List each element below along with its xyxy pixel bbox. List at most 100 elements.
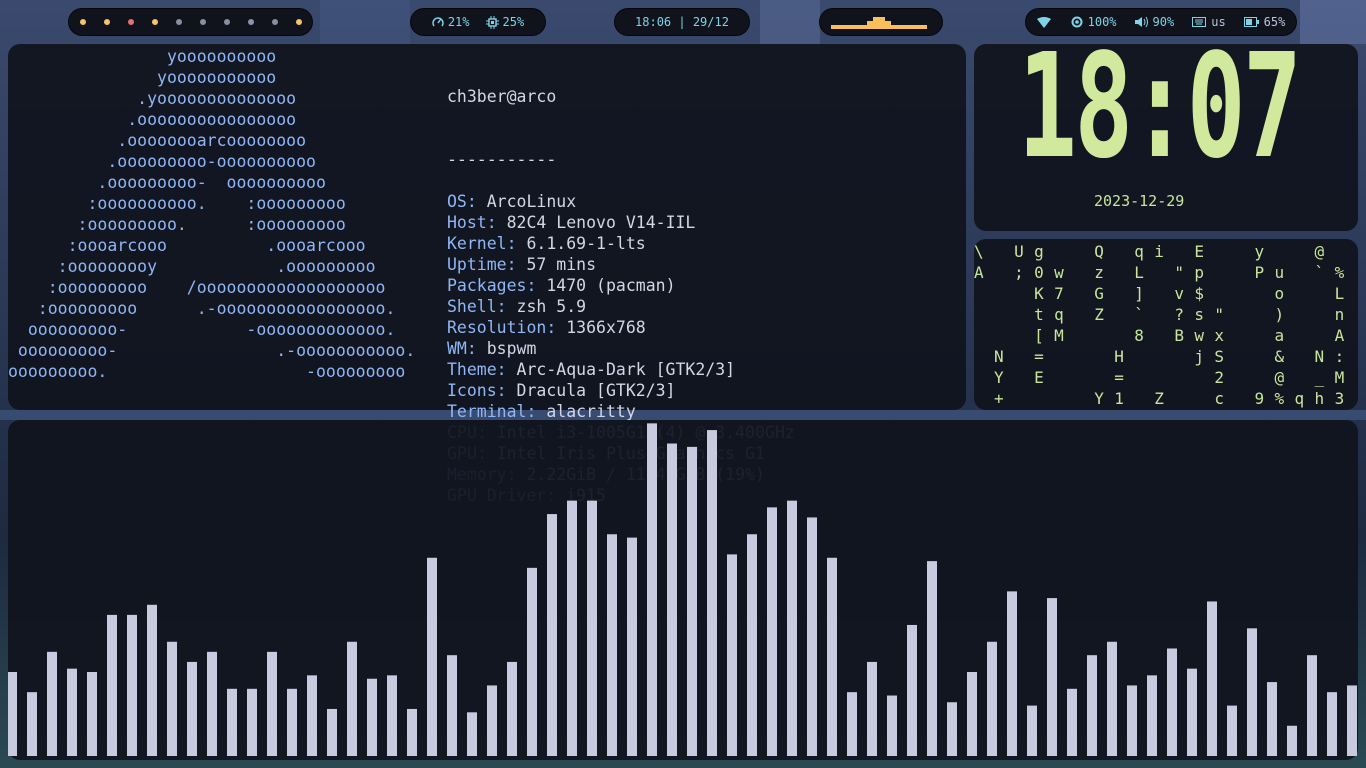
workspace-3[interactable] (127, 19, 134, 25)
mini-bar (843, 25, 849, 29)
info-key: Shell (447, 297, 497, 316)
visualizer-bar (1067, 688, 1077, 756)
visualizer-bar (227, 688, 237, 756)
info-terminal: Terminal: alacritty (447, 402, 636, 421)
workspace-8[interactable] (247, 19, 254, 25)
info-value: 1470 (pacman) (546, 276, 676, 295)
visualizer-bar (1187, 668, 1197, 756)
info-key: Theme (447, 360, 497, 379)
visualizer-terminal[interactable] (7, 420, 1358, 760)
keyboard-icon[interactable] (1192, 17, 1207, 27)
system-usage: 21% 25% (410, 8, 546, 36)
info-wm: WM: bspwm (447, 339, 537, 358)
big-clock-time: 18:07 (1018, 44, 1302, 190)
user-host: ch3ber@arco (447, 87, 557, 106)
matrix-rain: \ Ug Q qi E y @ A ;0w z L "p Pu `% K7 G … (974, 239, 1355, 409)
matrix-row: Y E = 2 @ _M (974, 368, 1355, 387)
arcolinux-ascii-logo: yoooooooooo yooooooooooo .yooooooooooooo… (8, 46, 415, 382)
topbar-clock[interactable]: 18:06 | 29/12 (614, 8, 750, 36)
mini-bar (891, 25, 897, 29)
visualizer-bar (467, 712, 477, 756)
visualizer-bar (607, 534, 617, 756)
visualizer-bar (807, 517, 817, 756)
workspace-4[interactable] (151, 19, 158, 25)
ascii-line: .yoooooooooooooo (8, 89, 297, 108)
info-os: OS: ArcoLinux (447, 192, 577, 211)
visualizer-bar (1247, 628, 1257, 756)
matrix-row: [M 8 Bwx a A (974, 326, 1355, 345)
info-value: bspwm (486, 339, 537, 358)
visualizer-bar (1047, 598, 1057, 756)
visualizer-bar (587, 500, 597, 756)
chip-icon (485, 15, 499, 29)
info-packages: Packages: 1470 (pacman) (447, 276, 676, 295)
visualizer-bar (447, 655, 457, 756)
mini-bar (861, 25, 867, 29)
matrix-row: \ Ug Q qi E y @ (974, 242, 1355, 261)
workspace-2[interactable] (103, 19, 110, 25)
mini-bar (873, 17, 879, 29)
info-kernel: Kernel: 6.1.69-1-lts (447, 234, 646, 253)
visualizer-bar (1207, 601, 1217, 756)
visualizer-bar (847, 692, 857, 756)
info-value: 1366x768 (566, 318, 646, 337)
visualizer-bar (207, 651, 217, 756)
memory-value: 25% (502, 15, 525, 29)
workspace-9[interactable] (271, 19, 278, 25)
ascii-line: :oooooooooo. :ooooooooo (8, 194, 346, 213)
workspace-7[interactable] (223, 19, 230, 25)
separator: ----------- (447, 150, 557, 169)
visualizer-bar (767, 507, 777, 756)
matrix-row: + Y1 Z c 9%qh3 (974, 389, 1355, 408)
visualizer-bar (567, 500, 577, 756)
matrix-row: A ;0w z L "p Pu `% (974, 263, 1355, 282)
visualizer-bar (487, 685, 497, 756)
workspace-5[interactable] (175, 19, 182, 25)
mini-visualizer-bars (831, 17, 927, 29)
ascii-line: yoooooooooo (8, 47, 277, 66)
wallpaper-block (760, 0, 820, 44)
visualizer-bar (1347, 685, 1357, 756)
mini-bar (855, 25, 861, 29)
visualizer-bar (347, 641, 357, 756)
info-key: Host (447, 213, 487, 232)
visualizer-bar (387, 675, 397, 756)
wifi-icon[interactable] (1036, 16, 1051, 28)
visualizer-bar (867, 661, 877, 756)
visualizer-bar (987, 641, 997, 756)
visualizer-bar (407, 708, 417, 756)
visualizer-bar (67, 668, 77, 756)
visualizer-bar (187, 661, 197, 756)
info-key: Kernel (447, 234, 507, 253)
visualizer-bar (1267, 682, 1277, 756)
ascii-line: :ooooooooo .-ooooooooooooooooo. (8, 299, 396, 318)
workspace-10[interactable] (295, 19, 302, 25)
mini-bar (921, 25, 927, 29)
visualizer-bar (167, 641, 177, 756)
info-icons: Icons: Dracula [GTK2/3] (447, 381, 676, 400)
keyboard-layout: us (1211, 15, 1226, 29)
brightness-icon[interactable] (1071, 16, 1083, 28)
info-value: zsh 5.9 (516, 297, 587, 316)
ascii-line: :ooooooooo /ooooooooooooooooooo (8, 278, 386, 297)
mini-bar (849, 25, 855, 29)
mini-bar (885, 21, 891, 29)
visualizer-bar (887, 695, 897, 756)
volume-icon[interactable] (1134, 16, 1148, 28)
workspace-1[interactable] (79, 19, 86, 25)
ascii-line: yooooooooooo (8, 68, 277, 87)
mini-bar (831, 25, 837, 29)
matrix-row: K7 G ] v$ o L (974, 284, 1355, 303)
visualizer-bar (1087, 655, 1097, 756)
ascii-line: .ooooooooo-oooooooooo (8, 152, 316, 171)
battery-value: 65% (1263, 15, 1286, 29)
visualizer-bar (907, 624, 917, 756)
ascii-line: ooooooooo- .-ooooooooooo. (8, 341, 416, 360)
workspaces-bar (68, 8, 313, 36)
workspace-6[interactable] (199, 19, 206, 25)
visualizer-bar (947, 702, 957, 756)
ascii-line: ooooooooo- -ooooooooooooo. (8, 320, 396, 339)
volume-value: 90% (1152, 15, 1175, 29)
visualizer-bar (47, 651, 57, 756)
visualizer-bar (247, 688, 257, 756)
